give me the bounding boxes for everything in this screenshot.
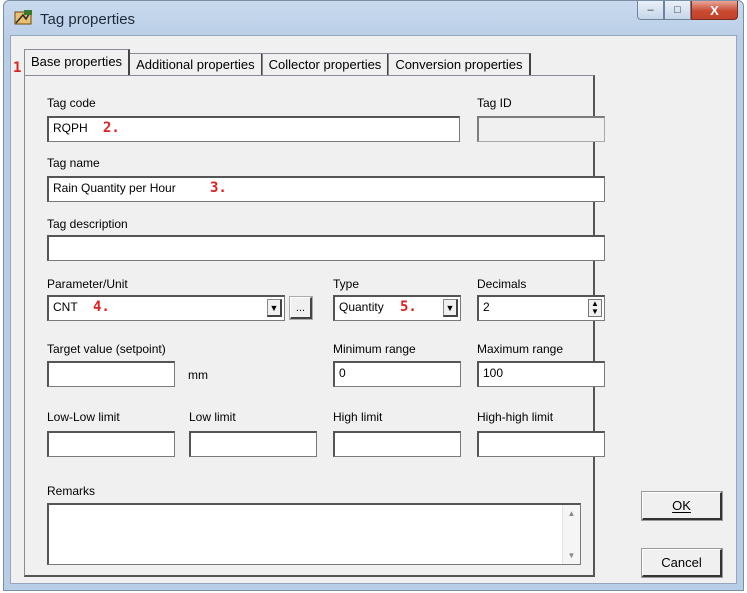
- type-value: Quantity: [339, 300, 384, 314]
- minimize-icon: –: [647, 4, 654, 16]
- low-limit-label: Low limit: [189, 410, 236, 424]
- decimals-label: Decimals: [477, 277, 527, 291]
- tag-name-field[interactable]: Rain Quantity per Hour: [47, 176, 605, 202]
- high-high-limit-label: High-high limit: [477, 410, 554, 424]
- dialog-client-area: 1. Base properties Additional properties…: [10, 35, 737, 584]
- tag-description-label: Tag description: [47, 217, 128, 231]
- parameter-unit-label: Parameter/Unit: [47, 277, 128, 291]
- cancel-button[interactable]: Cancel: [641, 548, 723, 578]
- tag-code-value: RQPH: [53, 121, 88, 135]
- maximize-button[interactable]: □: [664, 1, 691, 20]
- remarks-textarea[interactable]: ▲ ▼: [47, 503, 581, 565]
- chevron-down-icon[interactable]: ▼: [267, 299, 282, 317]
- tag-id-field: [477, 116, 605, 142]
- caption-buttons: – □ X: [637, 1, 738, 21]
- minimum-range-field[interactable]: 0: [333, 361, 461, 387]
- scroll-down-icon[interactable]: ▼: [563, 551, 580, 560]
- decimals-value: 2: [483, 300, 490, 314]
- scroll-up-icon[interactable]: ▲: [563, 509, 580, 518]
- tag-id-label: Tag ID: [477, 96, 512, 110]
- tag-name-label: Tag name: [47, 156, 100, 170]
- tab-strip: Base properties Additional properties Co…: [24, 49, 531, 75]
- decimals-stepper[interactable]: 2 ▲ ▼: [477, 295, 605, 321]
- target-value-field[interactable]: [47, 361, 175, 387]
- close-button[interactable]: X: [691, 1, 738, 20]
- tag-name-value: Rain Quantity per Hour: [53, 181, 176, 195]
- type-dropdown[interactable]: Quantity ▼: [333, 295, 461, 321]
- title-bar[interactable]: Tag properties – □ X: [4, 1, 743, 35]
- tab-conversion-properties[interactable]: Conversion properties: [388, 53, 531, 75]
- target-unit-label: mm: [188, 368, 208, 382]
- tab-collector-properties[interactable]: Collector properties: [261, 53, 390, 75]
- high-high-limit-field[interactable]: [477, 431, 605, 457]
- tag-code-label: Tag code: [47, 96, 96, 110]
- annotation-4: 4.: [93, 299, 110, 315]
- base-properties-panel: Tag code RQPH 2. Tag ID Tag name Rain Qu…: [24, 75, 605, 577]
- minimum-range-value: 0: [339, 366, 346, 380]
- cancel-button-label: Cancel: [661, 555, 702, 570]
- minimize-button[interactable]: –: [637, 1, 664, 20]
- annotation-2: 2.: [103, 120, 120, 136]
- target-value-label: Target value (setpoint): [47, 342, 166, 356]
- tab-additional-properties[interactable]: Additional properties: [129, 53, 263, 75]
- low-low-limit-field[interactable]: [47, 431, 175, 457]
- low-low-limit-label: Low-Low limit: [47, 410, 120, 424]
- low-limit-field[interactable]: [189, 431, 317, 457]
- maximum-range-label: Maximum range: [477, 342, 564, 356]
- maximize-icon: □: [674, 4, 681, 16]
- chevron-down-icon[interactable]: ▼: [443, 299, 458, 317]
- tab-base-properties[interactable]: Base properties: [24, 49, 131, 75]
- parameter-browse-button[interactable]: ...: [289, 296, 313, 320]
- window-title: Tag properties: [40, 11, 136, 28]
- spin-updown-icon[interactable]: ▲ ▼: [588, 299, 602, 317]
- ok-button[interactable]: OK: [641, 491, 723, 521]
- parameter-unit-dropdown[interactable]: CNT ▼: [47, 295, 285, 321]
- tag-properties-window: Tag properties – □ X 1. Base properties …: [3, 0, 744, 591]
- tag-icon: [14, 10, 32, 25]
- annotation-5: 5.: [400, 299, 417, 315]
- high-limit-label: High limit: [333, 410, 383, 424]
- remarks-scrollbar[interactable]: ▲ ▼: [562, 505, 580, 564]
- high-limit-field[interactable]: [333, 431, 461, 457]
- annotation-3: 3.: [210, 180, 227, 196]
- minimum-range-label: Minimum range: [333, 342, 416, 356]
- remarks-label: Remarks: [47, 484, 96, 498]
- type-label: Type: [333, 277, 360, 291]
- tag-description-field[interactable]: [47, 235, 605, 261]
- ok-button-label: OK: [672, 498, 691, 513]
- close-icon: X: [710, 2, 719, 18]
- maximum-range-field[interactable]: 100: [477, 361, 605, 387]
- parameter-unit-value: CNT: [53, 300, 78, 314]
- maximum-range-value: 100: [483, 366, 504, 380]
